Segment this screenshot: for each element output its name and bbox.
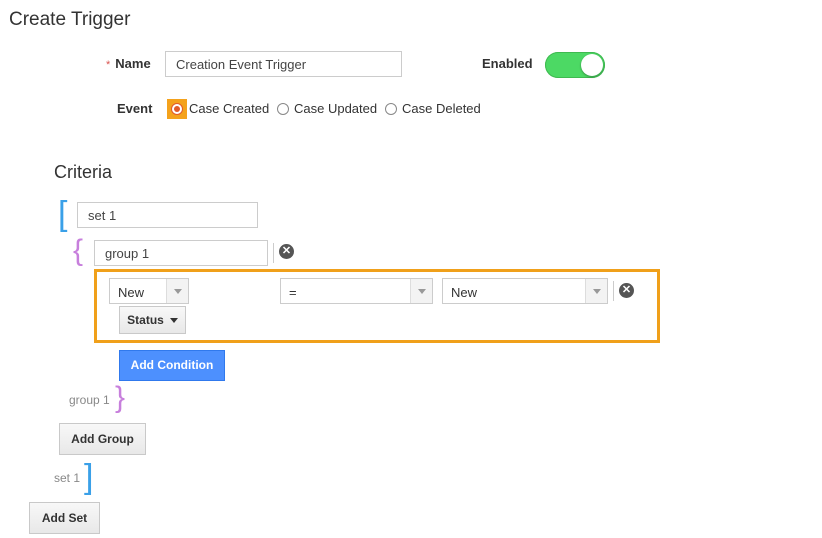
radio-case-created[interactable] xyxy=(171,103,183,115)
radio-case-updated[interactable] xyxy=(277,103,289,115)
toggle-knob xyxy=(581,54,603,76)
name-input[interactable] xyxy=(165,51,402,77)
chevron-down-icon xyxy=(166,279,188,303)
radio-label-case-updated[interactable]: Case Updated xyxy=(294,101,377,116)
radio-label-case-created[interactable]: Case Created xyxy=(189,101,269,116)
chevron-down-icon xyxy=(410,279,432,303)
required-asterisk: * xyxy=(106,59,111,71)
remove-condition-icon[interactable]: ✕ xyxy=(619,283,634,298)
divider xyxy=(273,243,274,263)
group-name-input[interactable] xyxy=(94,240,268,266)
radio-case-deleted[interactable] xyxy=(385,103,397,115)
field-type-label: Status xyxy=(127,313,164,327)
value-select-value: New xyxy=(451,285,478,300)
enabled-toggle[interactable] xyxy=(545,52,605,78)
group-close-brace: } xyxy=(115,381,126,414)
group-open-brace: { xyxy=(73,234,84,267)
name-label-wrap: * Name xyxy=(106,56,151,71)
criteria-title: Criteria xyxy=(54,162,113,182)
event-label: Event xyxy=(117,101,153,116)
add-group-button[interactable]: Add Group xyxy=(59,423,146,455)
group-footer-label: group 1 xyxy=(69,393,110,407)
divider xyxy=(613,281,614,301)
operator-select[interactable]: = xyxy=(280,278,433,304)
field-select[interactable]: New xyxy=(109,278,189,304)
enabled-label: Enabled xyxy=(482,56,533,71)
operator-select-value: = xyxy=(289,285,297,300)
add-condition-button[interactable]: Add Condition xyxy=(119,350,225,381)
caret-down-icon xyxy=(169,318,178,324)
value-select[interactable]: New xyxy=(442,278,608,304)
set-footer-label: set 1 xyxy=(54,471,81,485)
remove-group-icon[interactable]: ✕ xyxy=(279,244,294,259)
radio-label-case-deleted[interactable]: Case Deleted xyxy=(402,101,481,116)
set-open-bracket: [ xyxy=(58,195,68,233)
field-select-value: New xyxy=(118,285,145,300)
add-set-button[interactable]: Add Set xyxy=(29,502,100,534)
set-close-bracket: ] xyxy=(84,458,94,496)
name-label: Name xyxy=(115,56,151,71)
field-type-dropdown[interactable]: Status xyxy=(119,306,186,334)
set-name-input[interactable] xyxy=(77,202,258,228)
chevron-down-icon xyxy=(585,279,607,303)
page-title: Create Trigger xyxy=(9,9,131,30)
